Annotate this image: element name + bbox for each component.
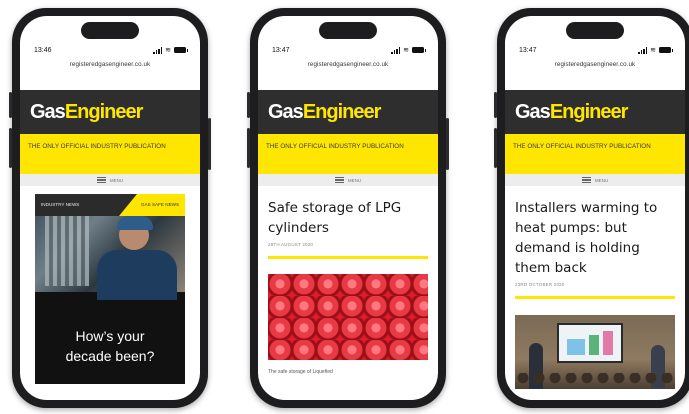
article-headline: Installers warming to heat pumps: but de…: [515, 200, 658, 276]
status-time: 13:47: [272, 46, 290, 54]
site-tagline: THE ONLY OFFICIAL INDUSTRY PUBLICATION: [258, 134, 438, 174]
battery-icon: [659, 47, 673, 53]
status-time: 13:47: [519, 46, 537, 54]
site-tagline: THE ONLY OFFICIAL INDUSTRY PUBLICATION: [20, 134, 200, 174]
signal-icon: [638, 46, 648, 54]
phone-screen: 13:46 ≋ registeredgasengineer.co.uk GasE…: [20, 16, 200, 400]
status-icons: ≋: [153, 46, 188, 54]
site-masthead: GasEngineer: [505, 90, 685, 134]
hamburger-menu-icon: [96, 177, 106, 183]
status-bar: 13:46 ≋: [34, 45, 188, 55]
hero-article-card[interactable]: INDUSTRY NEWS GAS SAFE NEWS How’s your d…: [35, 194, 185, 384]
menu-label: MENU: [347, 177, 362, 183]
article-date: 28TH AUGUST 2020: [268, 242, 314, 247]
article-image-lpg-cylinders: [268, 274, 428, 360]
power-button: [446, 118, 449, 170]
status-icons: ≋: [638, 46, 673, 54]
menu-toggle[interactable]: MENU: [20, 174, 200, 186]
yellow-divider: [515, 296, 675, 299]
menu-label: MENU: [594, 177, 609, 183]
battery-icon: [412, 47, 426, 53]
signal-icon: [153, 46, 163, 54]
article-headline: Safe storage of LPG cylinders: [268, 200, 402, 236]
wifi-icon: ≋: [165, 46, 171, 54]
status-bar: 13:47 ≋: [519, 45, 673, 55]
phone-mockup-3: 13:47 ≋ registeredgasengineer.co.uk GasE…: [494, 8, 689, 408]
status-time: 13:46: [34, 46, 52, 54]
dynamic-island: [319, 22, 377, 39]
wifi-icon: ≋: [650, 46, 656, 54]
menu-toggle[interactable]: MENU: [258, 174, 438, 186]
article-date: 23RD OCTOBER 2020: [515, 282, 565, 287]
signal-icon: [391, 46, 401, 54]
dynamic-island: [81, 22, 139, 39]
address-bar-url[interactable]: registeredgasengineer.co.uk: [20, 61, 200, 68]
site-logo[interactable]: GasEngineer: [268, 101, 381, 124]
hero-headline: How’s your decade been?: [65, 328, 155, 364]
phone-screen: 13:47 ≋ registeredgasengineer.co.uk GasE…: [258, 16, 438, 400]
site-logo[interactable]: GasEngineer: [30, 101, 143, 124]
address-bar-url[interactable]: registeredgasengineer.co.uk: [505, 61, 685, 68]
site-masthead: GasEngineer: [20, 90, 200, 134]
yellow-divider: [268, 256, 428, 259]
power-button: [208, 118, 211, 170]
article-content: Safe storage of LPG cylinders 28TH AUGUS…: [258, 186, 438, 400]
battery-icon: [174, 47, 188, 53]
address-bar-url[interactable]: registeredgasengineer.co.uk: [258, 61, 438, 68]
menu-toggle[interactable]: MENU: [505, 174, 685, 186]
hamburger-menu-icon: [334, 177, 344, 183]
status-bar: 13:47 ≋: [272, 45, 426, 55]
status-icons: ≋: [391, 46, 426, 54]
hamburger-menu-icon: [581, 177, 591, 183]
article-caption: The safe storage of Liquefied: [268, 369, 333, 375]
article-image-conference: [515, 315, 675, 389]
article-content: Installers warming to heat pumps: but de…: [505, 186, 685, 400]
phone-mockup-1: 13:46 ≋ registeredgasengineer.co.uk GasE…: [9, 8, 211, 408]
site-masthead: GasEngineer: [258, 90, 438, 134]
site-tagline: THE ONLY OFFICIAL INDUSTRY PUBLICATION: [505, 134, 685, 174]
wifi-icon: ≋: [403, 46, 409, 54]
dynamic-island: [566, 22, 624, 39]
menu-label: MENU: [109, 177, 124, 183]
site-logo[interactable]: GasEngineer: [515, 101, 628, 124]
phone-screen: 13:47 ≋ registeredgasengineer.co.uk GasE…: [505, 16, 685, 400]
phone-mockup-2: 13:47 ≋ registeredgasengineer.co.uk GasE…: [247, 8, 449, 408]
